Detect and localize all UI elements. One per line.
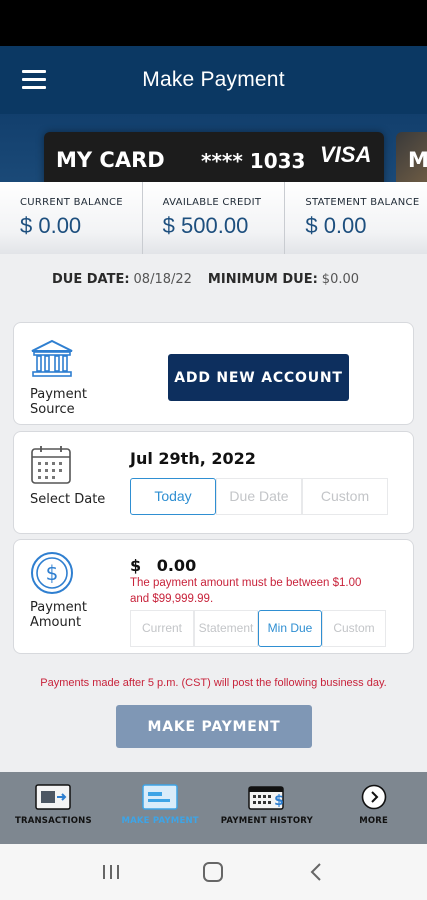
due-date-label: DUE DATE: <box>51 271 130 287</box>
bank-icon <box>31 339 73 377</box>
select-date-label: Select Date <box>30 492 106 507</box>
date-option-due-date[interactable]: Due Date <box>216 478 302 515</box>
select-date-section: Select Date Jul 29th, 2022 Today Due Dat… <box>13 431 414 534</box>
minimum-due-label: MINIMUM DUE: <box>207 271 318 287</box>
transactions-icon <box>35 784 72 810</box>
status-bar <box>0 0 427 46</box>
home-icon <box>203 862 224 882</box>
due-info: DUE DATE: 08/18/22 MINIMUM DUE: $0.00 <box>0 254 427 304</box>
tab-make-payment-label: MAKE PAYMENT <box>121 816 199 826</box>
statement-balance: STATEMENT BALANCE $ 0.00 <box>284 182 427 254</box>
amount-option-group: Current Statement Min Due Custom <box>130 610 386 647</box>
tab-transactions-label: TRANSACTIONS <box>14 816 92 826</box>
card-number: **** 1033 <box>201 149 306 173</box>
make-payment-button[interactable]: MAKE PAYMENT <box>116 705 312 748</box>
payment-source-label-line2: Source <box>30 402 75 417</box>
calendar-icon <box>31 446 71 484</box>
app-header: Make Payment <box>0 46 427 114</box>
available-credit-label: AVAILABLE CREDIT <box>162 197 262 208</box>
payment-source-label-line1: Payment <box>30 387 87 402</box>
dollar-circle-icon: $ <box>31 552 73 594</box>
currency-symbol: $ <box>130 556 142 575</box>
back-icon <box>310 863 321 881</box>
chevron-right-circle-icon <box>361 784 386 810</box>
back-button[interactable] <box>296 852 336 892</box>
current-balance-value: $ 0.00 <box>20 213 82 238</box>
tab-more-label: MORE <box>359 816 389 826</box>
date-option-today[interactable]: Today <box>130 478 216 515</box>
amount-error-message: The payment amount must be between $1.00… <box>130 575 400 607</box>
current-balance-label: CURRENT BALANCE <box>20 197 123 208</box>
next-card-name: M <box>408 148 427 172</box>
payment-source-label: Payment Source <box>30 387 87 417</box>
date-option-custom[interactable]: Custom <box>302 478 388 515</box>
amount-value[interactable]: 0.00 <box>157 556 196 575</box>
due-date-value: 08/18/22 <box>133 271 192 287</box>
payment-amount-block: $ Payment Amount <box>14 540 114 653</box>
selected-date: Jul 29th, 2022 <box>130 449 256 468</box>
tab-more[interactable]: MORE <box>320 772 427 844</box>
minimum-due-value: $0.00 <box>321 271 360 287</box>
svg-text:$: $ <box>46 561 59 585</box>
system-navigation-bar <box>0 844 427 900</box>
svg-text:$: $ <box>274 793 284 809</box>
recent-apps-icon <box>103 865 120 879</box>
amount-option-statement[interactable]: Statement <box>194 610 258 647</box>
tab-make-payment[interactable]: MAKE PAYMENT <box>107 772 214 844</box>
hamburger-menu-icon[interactable] <box>22 70 46 90</box>
payment-amount-label: Payment Amount <box>30 600 87 630</box>
next-credit-card[interactable]: M <box>396 132 427 186</box>
amount-option-min-due[interactable]: Min Due <box>258 610 322 647</box>
statement-balance-label: STATEMENT BALANCE <box>305 197 420 208</box>
card-carousel[interactable]: MY CARD **** 1033 VISA M <box>0 114 427 186</box>
amount-input[interactable]: $ 0.00 <box>130 556 196 575</box>
payment-amount-label-line2: Amount <box>30 615 82 630</box>
tab-payment-history-label: PAYMENT HISTORY <box>220 816 313 826</box>
payment-amount-label-line1: Payment <box>30 600 87 615</box>
tab-payment-history[interactable]: $ PAYMENT HISTORY <box>214 772 321 844</box>
tab-transactions[interactable]: TRANSACTIONS <box>0 772 107 844</box>
select-date-block: Select Date <box>14 432 114 533</box>
amount-error-line1: The payment amount must be between $1.00 <box>130 577 362 589</box>
payment-source-section: Payment Source ADD NEW ACCOUNT <box>13 322 414 425</box>
calendar-dollar-icon: $ <box>248 786 284 810</box>
amount-option-custom[interactable]: Custom <box>322 610 386 647</box>
posting-notice: Payments made after 5 p.m. (CST) will po… <box>40 677 387 689</box>
card-payment-icon <box>142 784 178 810</box>
statement-balance-value: $ 0.00 <box>305 213 367 238</box>
available-credit: AVAILABLE CREDIT $ 500.00 <box>141 182 285 254</box>
credit-card[interactable]: MY CARD **** 1033 VISA <box>44 132 384 186</box>
page-title: Make Payment <box>142 68 285 91</box>
card-name: MY CARD <box>56 148 165 172</box>
recent-apps-button[interactable] <box>91 852 131 892</box>
balance-summary: CURRENT BALANCE $ 0.00 AVAILABLE CREDIT … <box>0 182 427 254</box>
current-balance: CURRENT BALANCE $ 0.00 <box>0 182 142 254</box>
available-credit-value: $ 500.00 <box>162 213 249 238</box>
bottom-tab-bar: TRANSACTIONS MAKE PAYMENT $ PAYMENT HIST… <box>0 772 427 844</box>
home-button[interactable] <box>193 852 233 892</box>
date-option-group: Today Due Date Custom <box>130 478 388 515</box>
payment-amount-section: $ Payment Amount $ 0.00 The payment amou… <box>13 539 414 654</box>
add-new-account-button[interactable]: ADD NEW ACCOUNT <box>168 354 349 401</box>
amount-error-line2: and $99,999.99. <box>130 593 214 605</box>
payment-source-block: Payment Source <box>14 323 114 424</box>
visa-logo-icon: VISA <box>320 142 372 167</box>
amount-option-current[interactable]: Current <box>130 610 194 647</box>
